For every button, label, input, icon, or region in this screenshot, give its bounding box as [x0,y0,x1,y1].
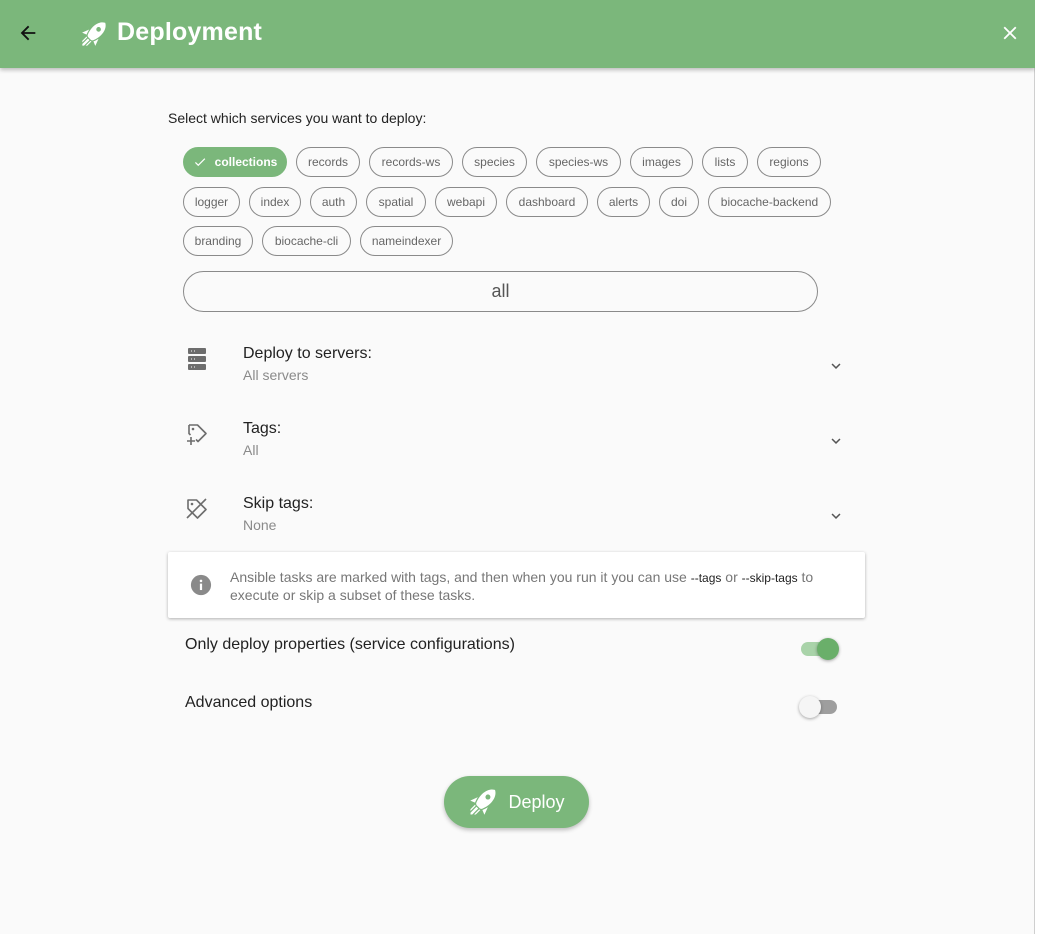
app-bar: Deployment [0,0,1035,68]
skip-tags-select[interactable]: Skip tags: None [183,495,853,551]
tags-info-banner: Ansible tasks are marked with tags, and … [168,552,865,618]
skip-tags-label: Skip tags: [243,495,314,512]
server-icon [188,348,206,370]
chip-label: images [642,155,681,169]
chip-label: records-ws [381,155,441,169]
tags-value: All [243,442,259,458]
close-button[interactable] [994,17,1026,49]
service-chip-lists[interactable]: lists [702,147,748,177]
chip-label: species-ws [548,155,609,169]
chip-label: doi [670,195,687,209]
chip-label: logger [194,195,229,209]
tags-label: Tags: [243,420,282,437]
chip-label: biocache-backend [720,195,819,209]
service-chip-biocache-cli[interactable]: biocache-cli [262,226,351,256]
rocket-icon [470,789,496,815]
chip-label: records [307,155,348,169]
close-icon [1003,26,1017,40]
service-chip-dashboard[interactable]: dashboard [506,187,588,217]
service-chip-biocache-backend[interactable]: biocache-backend [708,187,831,217]
service-chip-nameindexer[interactable]: nameindexer [360,226,453,256]
service-chip-branding[interactable]: branding [183,226,253,256]
chip-label: branding [194,234,242,248]
chip-label: biocache-cli [274,234,339,248]
only-properties-row: Only deploy properties (service configur… [185,632,845,662]
back-button[interactable] [12,17,44,49]
only-properties-label: Only deploy properties (service configur… [185,636,515,653]
chip-label: collections [214,155,278,169]
dialog-title: Deployment [117,18,263,46]
only-properties-switch[interactable] [799,637,839,660]
servers-label: Deploy to servers: [243,345,372,362]
servers-value: All servers [243,367,309,383]
deploy-label: Deploy [508,791,565,812]
servers-select[interactable]: Deploy to servers: All servers [183,345,853,401]
chevron-down-icon [831,363,841,369]
info-text-part: Ansible tasks are marked with tags, and … [230,569,691,585]
deploy-button[interactable]: Deploy [444,776,589,828]
tags-select[interactable]: Tags: All [183,420,853,476]
service-chip-records[interactable]: records [296,147,360,177]
tags-flag: --tags [690,571,722,585]
chip-label: dashboard [518,195,576,209]
switch-knob [799,696,821,718]
chip-label: alerts [608,195,639,209]
service-chip-logger[interactable]: logger [183,187,240,217]
switch-knob [817,638,839,660]
chip-label: webapi [446,195,486,209]
chip-label: index [260,195,290,209]
chip-label: regions [769,155,809,169]
tag-off-icon [186,498,207,519]
advanced-options-label: Advanced options [185,694,313,711]
rocket-icon [82,22,106,46]
service-chip-webapi[interactable]: webapi [435,187,497,217]
service-chip-doi[interactable]: doi [659,187,699,217]
deployment-dialog: Deployment Select which services you wan… [0,0,1035,934]
service-chip-species-ws[interactable]: species-ws [536,147,621,177]
chevron-down-icon [831,513,841,519]
chip-label: spatial [378,195,414,209]
tag-plus-icon [187,424,207,445]
chip-label: lists [714,155,736,169]
service-chip-regions[interactable]: regions [757,147,821,177]
skip-tags-value: None [243,517,277,533]
service-chip-auth[interactable]: auth [310,187,357,217]
service-chip-species[interactable]: species [462,147,527,177]
service-chip-spatial[interactable]: spatial [366,187,426,217]
service-chip-records-ws[interactable]: records-ws [369,147,453,177]
info-text-part: or [721,569,742,585]
service-chip-images[interactable]: images [630,147,693,177]
chip-label: auth [321,195,346,209]
services-prompt: Select which services you want to deploy… [168,110,427,126]
advanced-options-row: Advanced options [185,690,845,720]
chevron-down-icon [831,438,841,444]
service-chip-collections[interactable]: collections [183,147,287,177]
info-text: Ansible tasks are marked with tags, and … [230,569,840,604]
select-all-button[interactable]: all [183,271,818,312]
chip-label: nameindexer [371,234,442,248]
info-icon [190,574,212,596]
check-icon [194,158,205,167]
skip-tags-flag: --skip-tags [741,571,798,585]
advanced-options-switch[interactable] [799,695,839,718]
arrow-left-icon [20,25,36,41]
service-chip-index[interactable]: index [249,187,301,217]
service-chip-alerts[interactable]: alerts [597,187,650,217]
chip-label: species [474,155,515,169]
